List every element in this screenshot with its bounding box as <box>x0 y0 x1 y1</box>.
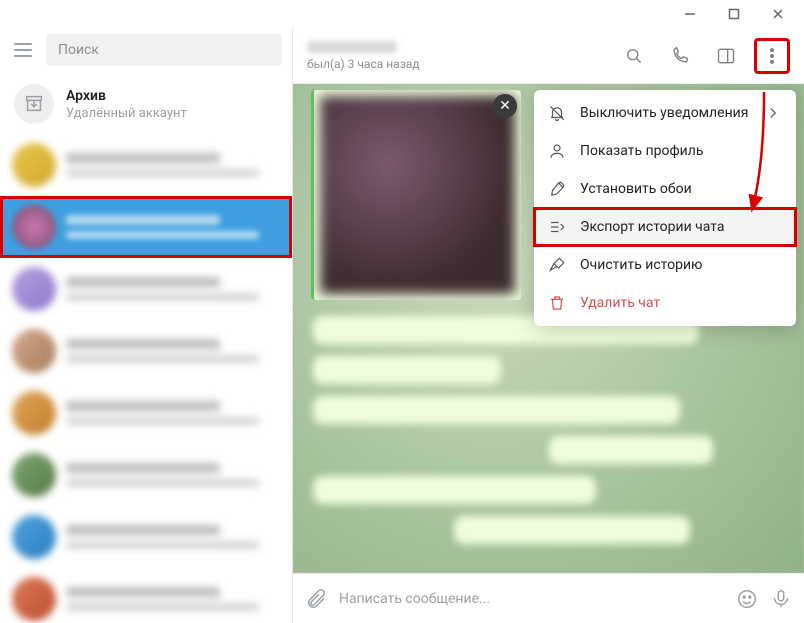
menu-item-export[interactable]: Экспорт истории чата <box>534 208 796 246</box>
messages-blurred <box>293 304 804 544</box>
attach-icon[interactable] <box>305 588 327 610</box>
search-placeholder: Поиск <box>58 42 99 58</box>
menu-item-clear[interactable]: Очистить историю <box>534 246 796 284</box>
trash-icon <box>548 294 566 312</box>
chat-last-seen: был(а) 3 часа назад <box>307 57 420 71</box>
chat-body: ✕ 21:45 Выключить уведомления <box>293 84 804 573</box>
chat-header: был(а) 3 часа назад <box>293 28 804 84</box>
menu-item-profile[interactable]: Показать профиль <box>534 132 796 170</box>
menu-item-mute[interactable]: Выключить уведомления <box>534 94 796 132</box>
close-icon: ✕ <box>499 98 511 114</box>
window-maximize-button[interactable] <box>714 0 754 28</box>
header-search-button[interactable] <box>616 38 652 74</box>
menu-label: Экспорт истории чата <box>580 219 725 235</box>
bell-off-icon <box>548 104 566 122</box>
panel-icon <box>716 46 736 66</box>
menu-item-wallpaper[interactable]: Установить обои <box>534 170 796 208</box>
menu-item-delete[interactable]: Удалить чат <box>534 284 796 322</box>
chat-list-item[interactable] <box>0 134 292 196</box>
message-composer: Написать сообщение... <box>293 573 804 623</box>
message-input[interactable]: Написать сообщение... <box>339 591 724 607</box>
window-close-button[interactable] <box>758 0 798 28</box>
header-call-button[interactable] <box>662 38 698 74</box>
main-panel: был(а) 3 часа назад <box>293 28 804 623</box>
search-input[interactable]: Поиск <box>46 34 282 66</box>
media-image-blurred <box>320 96 515 294</box>
chat-list-item[interactable] <box>0 320 292 382</box>
chevron-right-icon <box>764 104 782 122</box>
window-title-bar <box>0 0 804 28</box>
menu-label: Удалить чат <box>580 295 660 311</box>
menu-burger-button[interactable] <box>10 39 36 61</box>
chat-list-item[interactable] <box>0 382 292 444</box>
media-close-button[interactable]: ✕ <box>493 94 517 118</box>
more-vertical-icon <box>762 46 782 66</box>
header-sidepanel-button[interactable] <box>708 38 744 74</box>
chat-list-item[interactable] <box>0 258 292 320</box>
chat-list-item[interactable] <box>0 568 292 623</box>
export-icon <box>548 218 566 236</box>
archive-icon <box>14 84 54 124</box>
microphone-icon[interactable] <box>770 588 792 610</box>
message-placeholder: Написать сообщение... <box>339 591 490 607</box>
search-icon <box>624 46 644 66</box>
menu-label: Выключить уведомления <box>580 105 748 121</box>
archive-subtitle: Удалённый аккаунт <box>66 106 187 121</box>
chat-title-blurred <box>307 41 397 53</box>
chat-list-item[interactable] <box>0 444 292 506</box>
profile-icon <box>548 142 566 160</box>
archive-item[interactable]: Архив Удалённый аккаунт <box>0 76 292 134</box>
broom-icon <box>548 256 566 274</box>
menu-label: Установить обои <box>580 181 692 197</box>
menu-label: Очистить историю <box>580 257 703 273</box>
window-minimize-button[interactable] <box>670 0 710 28</box>
context-menu: Выключить уведомления Показать профиль У… <box>534 90 796 326</box>
emoji-icon[interactable] <box>736 588 758 610</box>
brush-icon <box>548 180 566 198</box>
chat-list-item[interactable] <box>0 506 292 568</box>
header-more-button[interactable] <box>754 38 790 74</box>
media-preview-card[interactable]: ✕ <box>311 90 521 300</box>
sidebar: Поиск Архив Удалённый аккаунт <box>0 28 293 623</box>
menu-label: Показать профиль <box>580 143 703 159</box>
chat-list-item-selected[interactable] <box>0 196 292 258</box>
call-icon <box>670 46 690 66</box>
chat-list <box>0 134 292 623</box>
archive-title: Архив <box>66 88 187 104</box>
